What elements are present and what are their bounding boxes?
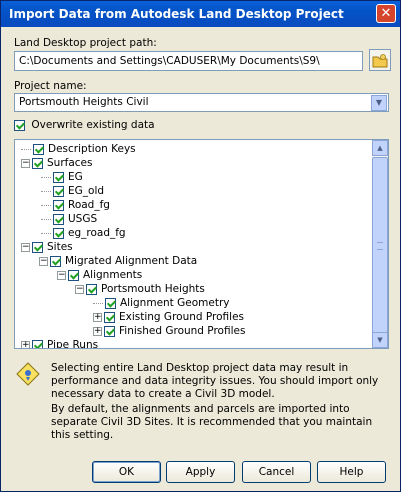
close-icon: ✕ (380, 6, 392, 21)
project-path-input[interactable]: C:\Documents and Settings\CADUSER\My Doc… (14, 51, 363, 71)
collapse-icon[interactable]: − (57, 270, 66, 280)
tree-node-sites[interactable]: − Sites (21, 241, 73, 255)
tree-checkbox[interactable] (53, 185, 64, 197)
tree-checkbox[interactable] (104, 325, 115, 337)
folder-icon (372, 54, 388, 68)
tree-node-alignments[interactable]: − Alignments (57, 269, 142, 283)
tree-node-description-keys[interactable]: Description Keys (21, 143, 136, 157)
tree-node-existing-ground-profiles[interactable]: + Existing Ground Profiles (93, 311, 244, 325)
tree-checkbox[interactable] (104, 311, 115, 323)
import-dialog: Import Data from Autodesk Land Desktop P… (0, 0, 401, 492)
expand-icon[interactable]: + (93, 312, 102, 322)
scroll-down-icon[interactable]: ▼ (372, 332, 388, 348)
close-button[interactable]: ✕ (376, 4, 396, 23)
project-name-value: Portsmouth Heights Civil (19, 96, 149, 108)
chevron-down-icon[interactable]: ▼ (371, 95, 387, 111)
project-name-label: Project name: (14, 80, 87, 92)
tree-node-migrated-alignment-data[interactable]: − Migrated Alignment Data (39, 255, 197, 269)
tree-checkbox[interactable] (53, 227, 64, 239)
tree-checkbox[interactable] (68, 269, 79, 281)
tree-node-surfaces[interactable]: − Surfaces (21, 157, 92, 171)
tree-checkbox[interactable] (86, 283, 97, 295)
collapse-icon[interactable]: − (21, 242, 30, 252)
help-button[interactable]: Help (317, 461, 386, 483)
tree-node-eg-old[interactable]: EG_old (41, 185, 104, 199)
expand-icon[interactable]: + (93, 326, 102, 336)
tree-node-road-fg[interactable]: Road_fg (41, 199, 110, 213)
tree-scrollbar[interactable]: ▲ ▼ (372, 140, 388, 348)
tree-checkbox[interactable] (50, 255, 61, 267)
tree-checkbox[interactable] (53, 199, 64, 211)
tree-checkbox[interactable] (33, 143, 44, 155)
tree-checkbox[interactable] (105, 297, 116, 309)
tree-checkbox[interactable] (53, 213, 64, 225)
collapse-icon[interactable]: − (21, 158, 30, 168)
tree-checkbox[interactable] (32, 339, 43, 348)
expand-icon[interactable]: + (21, 340, 30, 348)
warning-message: Selecting entire Land Desktop project da… (51, 362, 379, 400)
default-sites-note: By default, the alignments and parcels a… (51, 403, 373, 441)
data-tree[interactable]: Description Keys − Surfaces EG EG_old Roa… (14, 139, 389, 349)
tree-checkbox[interactable] (53, 171, 64, 183)
ok-button[interactable]: OK (92, 461, 161, 483)
tree-node-alignment-geometry[interactable]: Alignment Geometry (93, 297, 230, 311)
window-title: Import Data from Autodesk Land Desktop P… (9, 7, 344, 21)
overwrite-checkbox[interactable] (14, 119, 25, 131)
overwrite-checkbox-row[interactable]: Overwrite existing data (14, 119, 155, 131)
tree-node-eg[interactable]: EG (41, 171, 83, 185)
cancel-button[interactable]: Cancel (242, 461, 311, 483)
project-path-value: C:\Documents and Settings\CADUSER\My Doc… (19, 55, 320, 67)
tree-checkbox[interactable] (32, 157, 43, 169)
overwrite-label: Overwrite existing data (31, 119, 155, 131)
browse-folder-button[interactable] (369, 49, 391, 71)
tree-node-eg-road-fg[interactable]: eg_road_fg (41, 227, 126, 241)
tree-node-usgs[interactable]: USGS (41, 213, 97, 227)
tree-checkbox[interactable] (32, 241, 43, 253)
tree-node-pipe-runs[interactable]: + Pipe Runs (21, 339, 98, 348)
info-diamond-icon (16, 362, 40, 386)
collapse-icon[interactable]: − (75, 284, 84, 294)
project-name-select[interactable]: Portsmouth Heights Civil ▼ (14, 93, 389, 112)
scroll-thumb[interactable] (372, 157, 388, 333)
tree-node-portsmouth-heights[interactable]: − Portsmouth Heights (75, 283, 205, 297)
tree-node-finished-ground-profiles[interactable]: + Finished Ground Profiles (93, 325, 245, 339)
apply-button[interactable]: Apply (166, 461, 235, 483)
title-bar[interactable]: Import Data from Autodesk Land Desktop P… (1, 1, 400, 27)
collapse-icon[interactable]: − (39, 256, 48, 266)
scroll-up-icon[interactable]: ▲ (372, 140, 388, 156)
project-path-label: Land Desktop project path: (14, 37, 157, 49)
